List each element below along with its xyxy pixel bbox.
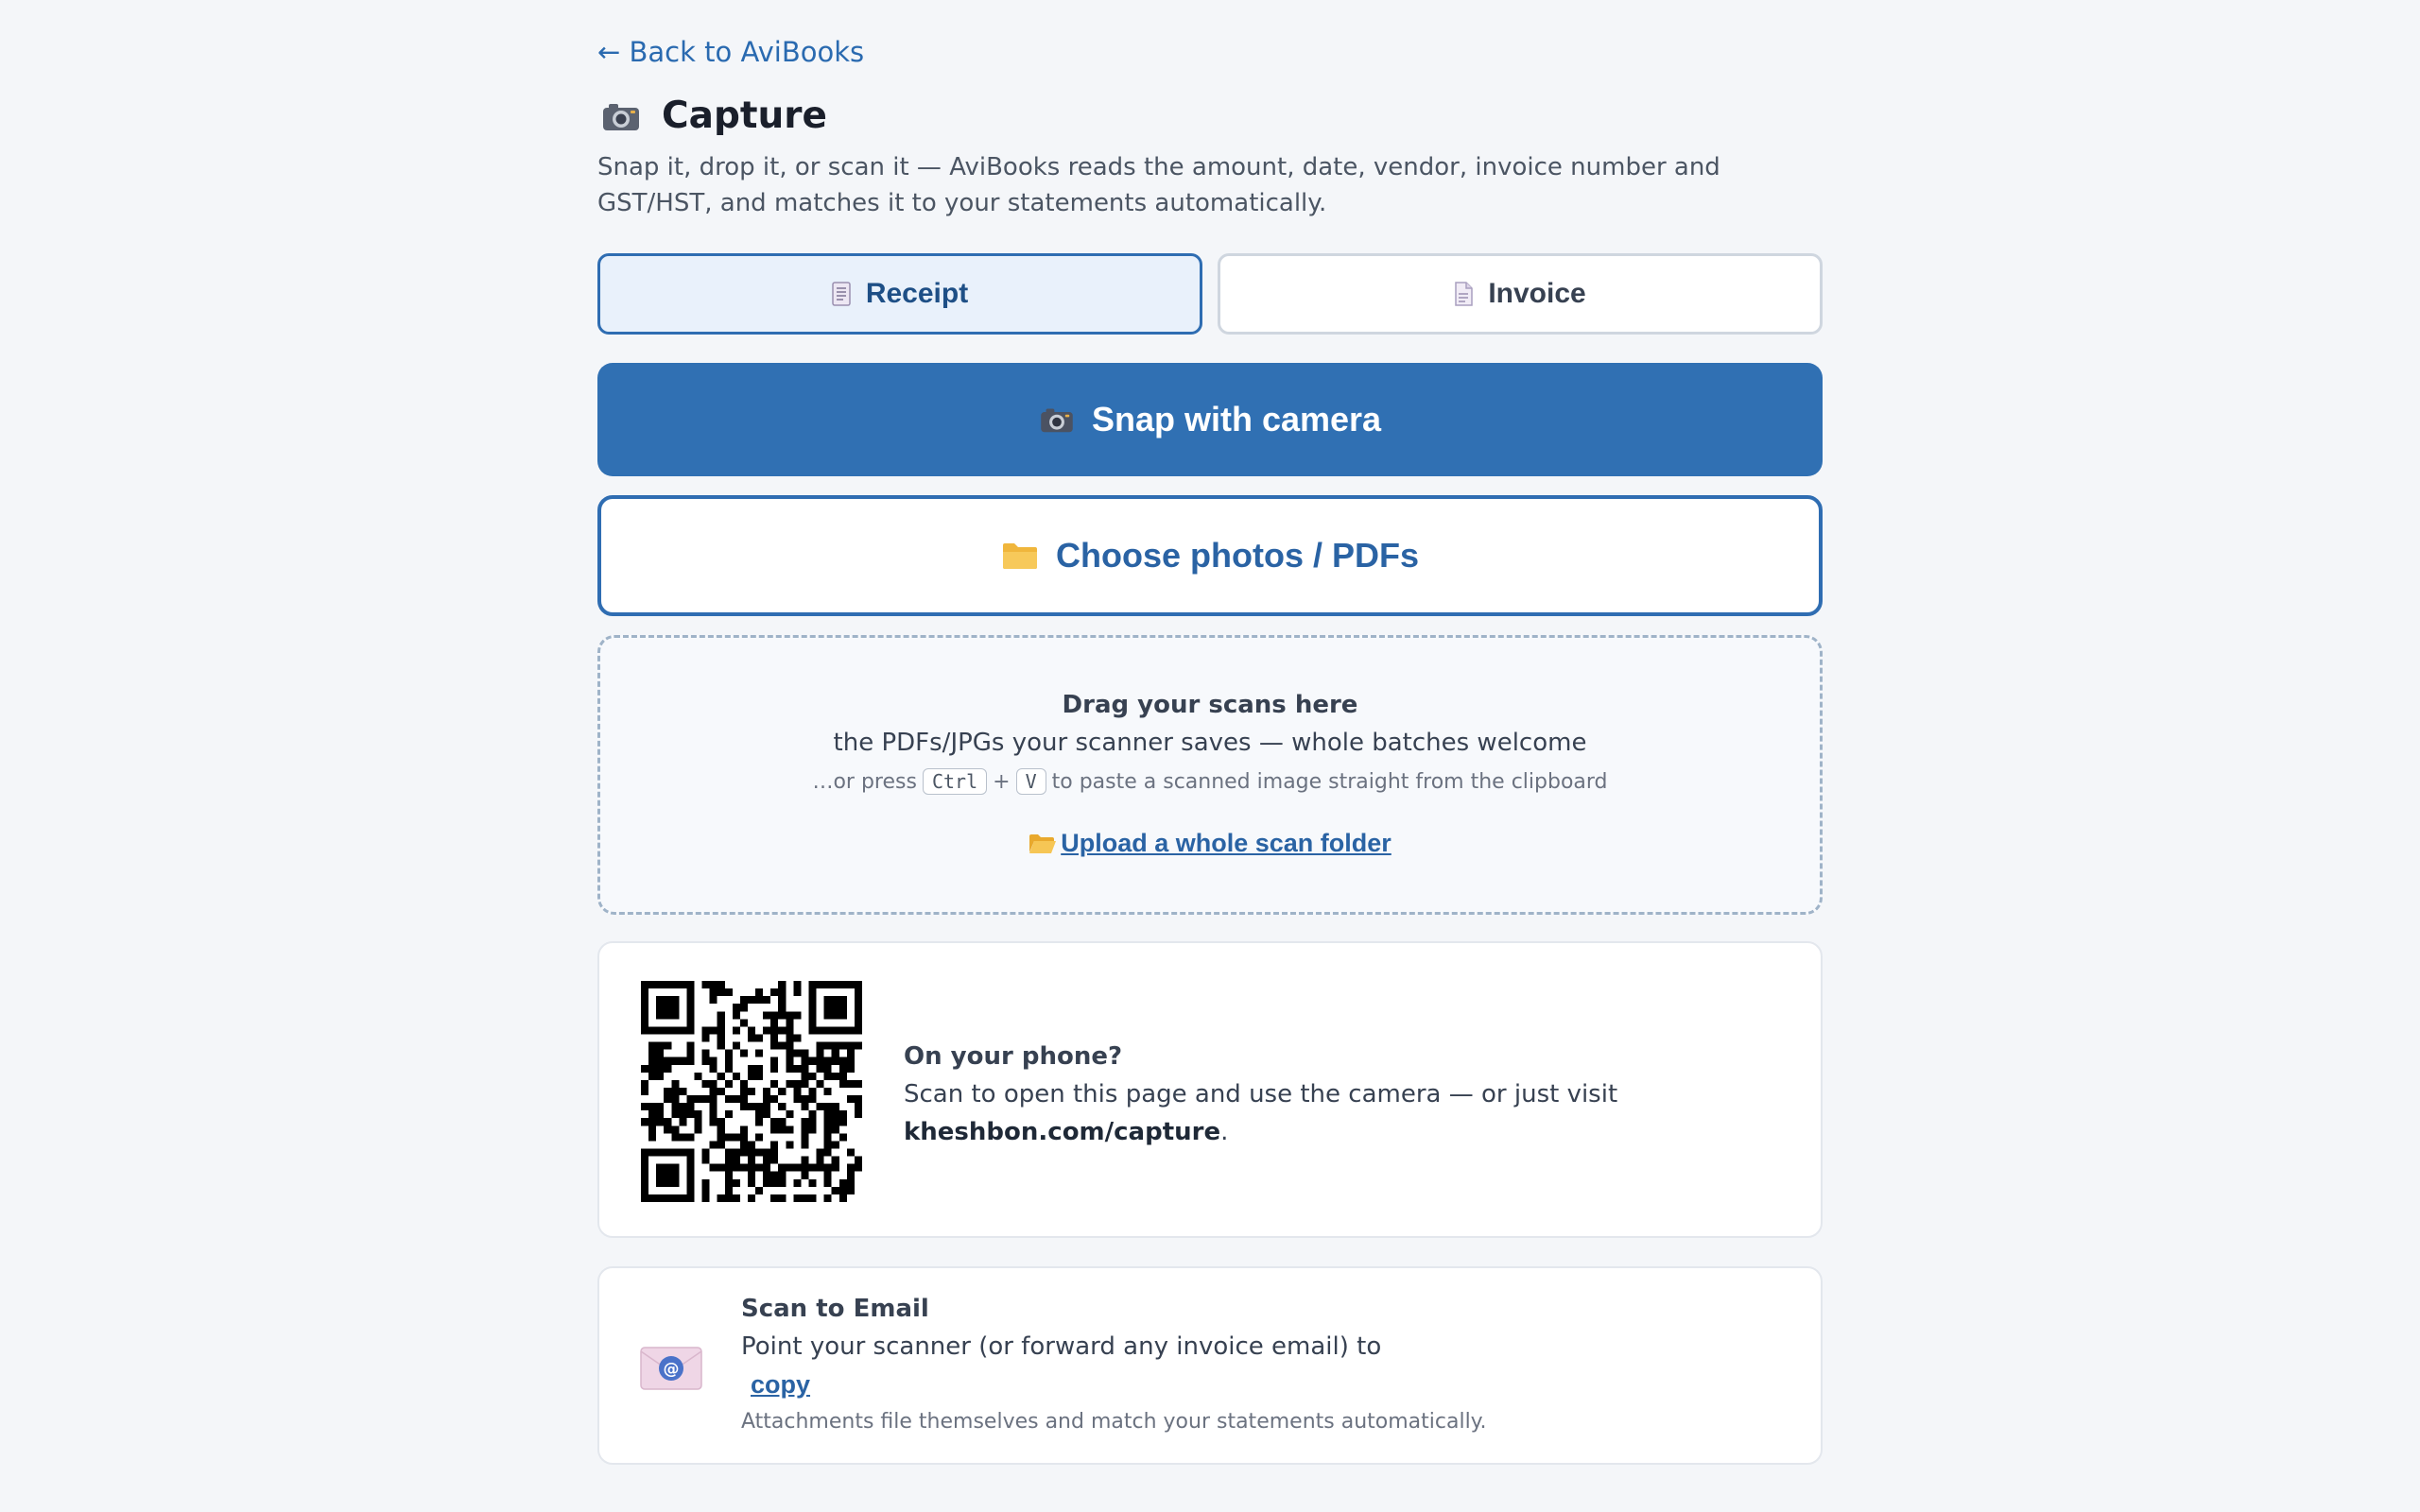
- phone-capture-card: On your phone? Scan to open this page an…: [597, 941, 1823, 1238]
- snap-with-camera-button[interactable]: Snap with camera: [597, 363, 1823, 476]
- invoice-type-label: Invoice: [1488, 278, 1586, 309]
- open-folder-icon: [1029, 833, 1057, 853]
- paste-hint-prefix: …or press: [812, 769, 917, 794]
- qr-code: [641, 981, 862, 1202]
- folder-icon: [1002, 543, 1037, 569]
- snap-with-camera-label: Snap with camera: [1091, 400, 1382, 438]
- upload-scan-folder-label: Upload a whole scan folder: [1061, 829, 1392, 857]
- ctrl-key: Ctrl: [922, 768, 988, 795]
- copy-email-link[interactable]: copy: [751, 1370, 810, 1408]
- document-type-toggle: Receipt Invoice: [597, 253, 1823, 335]
- capture-url-period: .: [1220, 1118, 1229, 1146]
- invoice-icon: [1455, 282, 1474, 306]
- svg-text:@: @: [664, 1360, 680, 1379]
- receipt-type-label: Receipt: [865, 278, 969, 309]
- dropzone-subtitle: the PDFs/JPGs your scanner saves — whole…: [833, 729, 1587, 757]
- scan-dropzone[interactable]: Drag your scans here the PDFs/JPGs your …: [597, 635, 1823, 915]
- plus-sign: +: [993, 769, 1011, 794]
- choose-photos-pdfs-button[interactable]: Choose photos / PDFs: [597, 495, 1823, 616]
- camera-icon: [603, 103, 639, 130]
- email-envelope-icon: @: [640, 1347, 702, 1390]
- phone-capture-url-line: kheshbon.com/capture.: [904, 1113, 1617, 1151]
- page-header: Capture: [601, 94, 827, 137]
- receipt-icon: [832, 282, 851, 306]
- page-title: Capture: [662, 94, 827, 137]
- paste-hint: …or press Ctrl + V to paste a scanned im…: [600, 768, 1820, 795]
- scan-to-email-title: Scan to Email: [741, 1295, 929, 1323]
- paste-hint-suffix: to paste a scanned image straight from t…: [1051, 769, 1608, 794]
- phone-capture-desc: Scan to open this page and use the camer…: [904, 1080, 1618, 1108]
- scan-to-email-card: @ Scan to Email Point your scanner (or f…: [597, 1266, 1823, 1465]
- upload-scan-folder-link[interactable]: Upload a whole scan folder: [600, 829, 1820, 858]
- back-to-avibooks-link[interactable]: ← Back to AviBooks: [597, 36, 864, 68]
- phone-capture-text: On your phone? Scan to open this page an…: [904, 1038, 1617, 1151]
- page-subtitle: Snap it, drop it, or scan it — AviBooks …: [597, 153, 1720, 217]
- receipt-type-button[interactable]: Receipt: [597, 253, 1202, 335]
- scan-to-email-note: Attachments file themselves and match yo…: [741, 1410, 1487, 1434]
- phone-capture-title: On your phone?: [904, 1042, 1123, 1071]
- capture-url[interactable]: kheshbon.com/capture: [904, 1118, 1220, 1146]
- v-key: V: [1015, 768, 1046, 795]
- scan-to-email-desc: Point your scanner (or forward any invoi…: [741, 1332, 1382, 1361]
- camera-icon: [1041, 408, 1073, 433]
- scan-to-email-text: Scan to Email Point your scanner (or for…: [741, 1295, 1781, 1434]
- dropzone-title: Drag your scans here: [1062, 691, 1358, 719]
- choose-photos-pdfs-label: Choose photos / PDFs: [1055, 536, 1419, 575]
- invoice-type-button[interactable]: Invoice: [1218, 253, 1823, 335]
